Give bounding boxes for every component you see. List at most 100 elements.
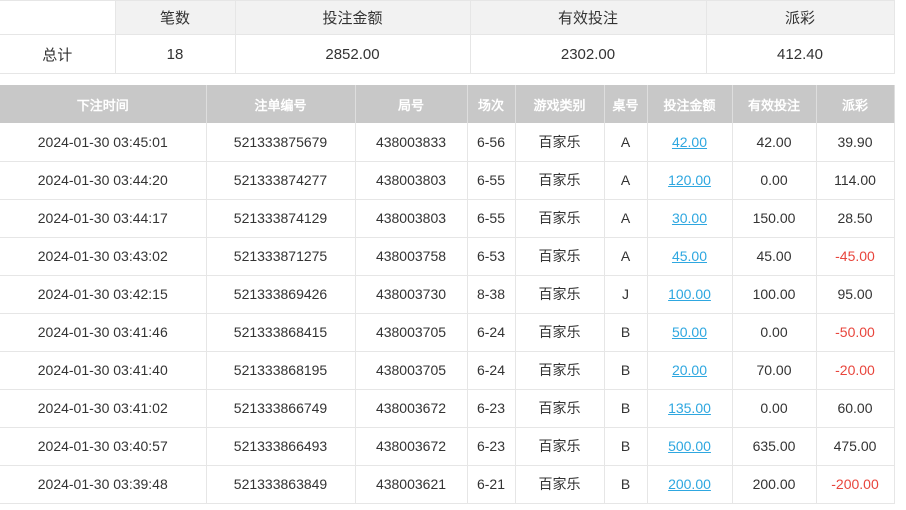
summary-total-valid: 2302.00 (469, 34, 707, 74)
summary-header-bet: 投注金额 (234, 0, 471, 35)
summary-total-payout: 412.40 (705, 34, 895, 74)
cell-order-id: 521333866749 (206, 389, 356, 428)
cell-valid-bet: 200.00 (732, 465, 817, 504)
detail-header-row: 下注时间 注单编号 局号 场次 游戏类别 桌号 投注金额 有效投注 派彩 (0, 85, 895, 123)
cell-game-type: 百家乐 (515, 123, 605, 162)
table-row: 2024-01-30 03:41:40 521333868195 438003705… (0, 351, 895, 390)
cell-bet-time: 2024-01-30 03:40:57 (0, 427, 207, 466)
summary-table: 笔数 投注金额 有效投注 派彩 总计 18 2852.00 2302.00 41… (0, 0, 895, 74)
cell-bet-amount-link[interactable]: 20.00 (672, 362, 707, 378)
cell-game-type: 百家乐 (515, 313, 605, 352)
cell-round-id: 438003803 (355, 199, 468, 238)
cell-game-type: 百家乐 (515, 161, 605, 200)
cell-round-id: 438003621 (355, 465, 468, 504)
cell-valid-bet: 70.00 (732, 351, 817, 390)
summary-total-bet: 2852.00 (234, 34, 471, 74)
cell-bet-amount-link[interactable]: 500.00 (668, 438, 711, 454)
cell-payout: 60.00 (816, 389, 895, 428)
cell-table-no: A (604, 161, 648, 200)
cell-bet-amount: 20.00 (647, 351, 733, 390)
summary-header-valid: 有效投注 (469, 0, 707, 35)
cell-order-id: 521333875679 (206, 123, 356, 162)
header-round-id: 局号 (355, 85, 468, 123)
cell-bet-amount-link[interactable]: 100.00 (668, 286, 711, 302)
cell-order-id: 521333874277 (206, 161, 356, 200)
cell-payout: 28.50 (816, 199, 895, 238)
cell-session: 6-24 (467, 351, 516, 390)
cell-bet-amount-link[interactable]: 200.00 (668, 476, 711, 492)
cell-game-type: 百家乐 (515, 237, 605, 276)
cell-round-id: 438003730 (355, 275, 468, 314)
cell-session: 6-55 (467, 161, 516, 200)
cell-bet-time: 2024-01-30 03:43:02 (0, 237, 207, 276)
cell-bet-amount-link[interactable]: 135.00 (668, 400, 711, 416)
cell-table-no: A (604, 199, 648, 238)
cell-bet-amount-link[interactable]: 30.00 (672, 210, 707, 226)
cell-bet-amount-link[interactable]: 42.00 (672, 134, 707, 150)
cell-order-id: 521333868195 (206, 351, 356, 390)
cell-game-type: 百家乐 (515, 351, 605, 390)
cell-bet-time: 2024-01-30 03:45:01 (0, 123, 207, 162)
header-session: 场次 (467, 85, 516, 123)
cell-bet-amount: 500.00 (647, 427, 733, 466)
cell-valid-bet: 100.00 (732, 275, 817, 314)
cell-round-id: 438003758 (355, 237, 468, 276)
cell-session: 6-55 (467, 199, 516, 238)
cell-valid-bet: 45.00 (732, 237, 817, 276)
cell-valid-bet: 635.00 (732, 427, 817, 466)
header-table-no: 桌号 (604, 85, 648, 123)
header-valid-bet: 有效投注 (732, 85, 817, 123)
summary-header-row: 笔数 投注金额 有效投注 派彩 (0, 0, 895, 35)
summary-header-payout: 派彩 (705, 0, 895, 35)
cell-round-id: 438003672 (355, 427, 468, 466)
cell-session: 6-23 (467, 427, 516, 466)
header-game-type: 游戏类别 (515, 85, 605, 123)
cell-bet-amount-link[interactable]: 120.00 (668, 172, 711, 188)
cell-order-id: 521333869426 (206, 275, 356, 314)
cell-bet-time: 2024-01-30 03:44:17 (0, 199, 207, 238)
cell-session: 6-53 (467, 237, 516, 276)
cell-bet-amount: 120.00 (647, 161, 733, 200)
cell-bet-time: 2024-01-30 03:44:20 (0, 161, 207, 200)
cell-order-id: 521333866493 (206, 427, 356, 466)
cell-round-id: 438003803 (355, 161, 468, 200)
cell-payout: 114.00 (816, 161, 895, 200)
cell-round-id: 438003705 (355, 351, 468, 390)
cell-bet-amount: 50.00 (647, 313, 733, 352)
cell-bet-amount-link[interactable]: 50.00 (672, 324, 707, 340)
cell-payout: 39.90 (816, 123, 895, 162)
cell-session: 6-56 (467, 123, 516, 162)
cell-valid-bet: 0.00 (732, 313, 817, 352)
bet-detail-table: 下注时间 注单编号 局号 场次 游戏类别 桌号 投注金额 有效投注 派彩 202… (0, 85, 895, 504)
cell-bet-amount: 45.00 (647, 237, 733, 276)
table-row: 2024-01-30 03:40:57 521333866493 438003672… (0, 427, 895, 466)
table-row: 2024-01-30 03:43:02 521333871275 438003758… (0, 237, 895, 276)
cell-order-id: 521333868415 (206, 313, 356, 352)
cell-session: 8-38 (467, 275, 516, 314)
cell-bet-amount: 100.00 (647, 275, 733, 314)
summary-total-label: 总计 (0, 34, 116, 74)
header-order-id: 注单编号 (206, 85, 356, 123)
cell-round-id: 438003833 (355, 123, 468, 162)
cell-order-id: 521333874129 (206, 199, 356, 238)
cell-valid-bet: 0.00 (732, 161, 817, 200)
cell-bet-time: 2024-01-30 03:39:48 (0, 465, 207, 504)
header-bet-amount: 投注金额 (647, 85, 733, 123)
table-row: 2024-01-30 03:44:20 521333874277 438003803… (0, 161, 895, 200)
cell-bet-time: 2024-01-30 03:41:46 (0, 313, 207, 352)
table-row: 2024-01-30 03:42:15 521333869426 438003730… (0, 275, 895, 314)
cell-game-type: 百家乐 (515, 427, 605, 466)
cell-session: 6-24 (467, 313, 516, 352)
cell-table-no: B (604, 465, 648, 504)
cell-session: 6-21 (467, 465, 516, 504)
cell-game-type: 百家乐 (515, 465, 605, 504)
table-row: 2024-01-30 03:39:48 521333863849 438003621… (0, 465, 895, 504)
cell-bet-amount: 135.00 (647, 389, 733, 428)
cell-bet-amount-link[interactable]: 45.00 (672, 248, 707, 264)
header-payout: 派彩 (816, 85, 895, 123)
cell-table-no: A (604, 237, 648, 276)
cell-bet-time: 2024-01-30 03:42:15 (0, 275, 207, 314)
cell-bet-amount: 30.00 (647, 199, 733, 238)
cell-table-no: B (604, 351, 648, 390)
table-row: 2024-01-30 03:41:46 521333868415 438003705… (0, 313, 895, 352)
